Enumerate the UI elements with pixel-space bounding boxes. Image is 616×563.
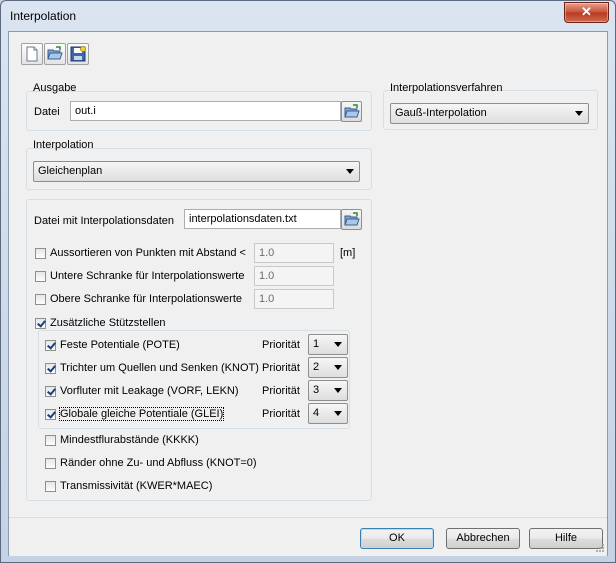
pote-checkbox[interactable]: [45, 340, 56, 351]
interpolation-group-label: Interpolation: [33, 139, 94, 151]
knot-checkbox[interactable]: [45, 363, 56, 374]
open-folder-icon: [344, 104, 360, 118]
untere-schranke-input[interactable]: 1.0: [254, 266, 334, 286]
glei-checkbox[interactable]: [45, 409, 56, 420]
glei-priority-value: 4: [313, 407, 320, 419]
datei-label: Datei: [34, 106, 60, 118]
glei-priority-select[interactable]: 4: [308, 403, 348, 424]
output-file-input[interactable]: out.i: [70, 101, 341, 121]
zusaetzliche-stuetzstellen-label: Zusätzliche Stützstellen: [50, 317, 166, 329]
knot0-checkbox[interactable]: [45, 458, 56, 469]
pote-priority-value: 1: [313, 338, 320, 350]
obere-schranke-label: Obere Schranke für Interpolationswerte: [50, 293, 242, 305]
pote-priority-select[interactable]: 1: [308, 334, 348, 355]
ausgabe-group-label: Ausgabe: [33, 82, 77, 94]
abbrechen-button[interactable]: Abbrechen: [446, 528, 520, 549]
kwer-checkbox[interactable]: [45, 481, 56, 492]
chevron-down-icon: [334, 365, 342, 370]
aussortieren-checkbox[interactable]: [35, 248, 46, 259]
window-title: Interpolation: [10, 9, 77, 23]
interpolation-method-select[interactable]: Gauß-Interpolation: [390, 103, 589, 124]
untere-schranke-label: Untere Schranke für Interpolationswerte: [50, 270, 245, 282]
chevron-down-icon: [334, 342, 342, 347]
close-icon: ✕: [581, 4, 592, 19]
interpolation-type-select[interactable]: Gleichenplan: [33, 161, 360, 182]
resize-grip-icon[interactable]: [595, 543, 605, 553]
glei-priority-label: Priorität: [262, 408, 300, 420]
vorf-priority-label: Priorität: [262, 385, 300, 397]
chevron-down-icon: [334, 388, 342, 393]
dialog-window: Interpolation ✕ Ausgabe Datei out.i Inte…: [0, 0, 616, 563]
obere-schranke-checkbox[interactable]: [35, 294, 46, 305]
glei-label: Globale gleiche Potentiale (GLEI): [58, 407, 225, 421]
knot-priority-value: 2: [313, 361, 320, 373]
vorf-checkbox[interactable]: [45, 386, 56, 397]
interpolation-type-value: Gleichenplan: [38, 165, 103, 177]
title-bar[interactable]: Interpolation ✕: [1, 1, 615, 31]
obere-schranke-input[interactable]: 1.0: [254, 289, 334, 309]
new-document-icon: [26, 46, 38, 62]
hilfe-button[interactable]: Hilfe: [529, 528, 603, 549]
kwer-label: Transmissivität (KWER*MAEC): [60, 480, 213, 492]
interpolationsdaten-browse-button[interactable]: [341, 209, 362, 230]
close-button[interactable]: ✕: [564, 2, 609, 23]
pote-priority-label: Priorität: [262, 339, 300, 351]
vorf-priority-select[interactable]: 3: [308, 380, 348, 401]
ok-button[interactable]: OK: [360, 528, 434, 549]
kkkk-label: Mindestflurabstände (KKKK): [60, 434, 199, 446]
interpolationsverfahren-group-label: Interpolationsverfahren: [390, 82, 503, 94]
save-button[interactable]: [67, 43, 89, 65]
open-folder-icon: [47, 46, 63, 60]
open-folder-icon: [344, 212, 360, 226]
chevron-down-icon: [575, 111, 583, 116]
interpolationsdaten-input[interactable]: interpolationsdaten.txt: [184, 209, 341, 229]
interpolation-method-value: Gauß-Interpolation: [395, 107, 487, 119]
vorf-priority-value: 3: [313, 384, 320, 396]
dialog-client-area: Ausgabe Datei out.i Interpolationsverfah…: [8, 31, 608, 556]
save-disk-icon: [70, 46, 86, 62]
chevron-down-icon: [346, 169, 354, 174]
knot-priority-select[interactable]: 2: [308, 357, 348, 378]
open-button[interactable]: [44, 43, 66, 65]
output-file-browse-button[interactable]: [341, 101, 362, 122]
interpolationsdaten-label: Datei mit Interpolationsdaten: [34, 215, 175, 227]
vorf-label: Vorfluter mit Leakage (VORF, LEKN): [60, 385, 239, 397]
pote-label: Feste Potentiale (POTE): [60, 339, 180, 351]
new-button[interactable]: [21, 43, 43, 65]
aussortieren-label: Aussortieren von Punkten mit Abstand <: [50, 247, 246, 259]
zusaetzliche-stuetzstellen-checkbox[interactable]: [35, 318, 46, 329]
knot0-label: Ränder ohne Zu- und Abfluss (KNOT=0): [60, 457, 257, 469]
aussortieren-unit: [m]: [340, 247, 356, 259]
aussortieren-input[interactable]: 1.0: [254, 243, 334, 263]
kkkk-checkbox[interactable]: [45, 435, 56, 446]
untere-schranke-checkbox[interactable]: [35, 271, 46, 282]
knot-label: Trichter um Quellen und Senken (KNOT): [60, 362, 259, 374]
chevron-down-icon: [334, 411, 342, 416]
knot-priority-label: Priorität: [262, 362, 300, 374]
